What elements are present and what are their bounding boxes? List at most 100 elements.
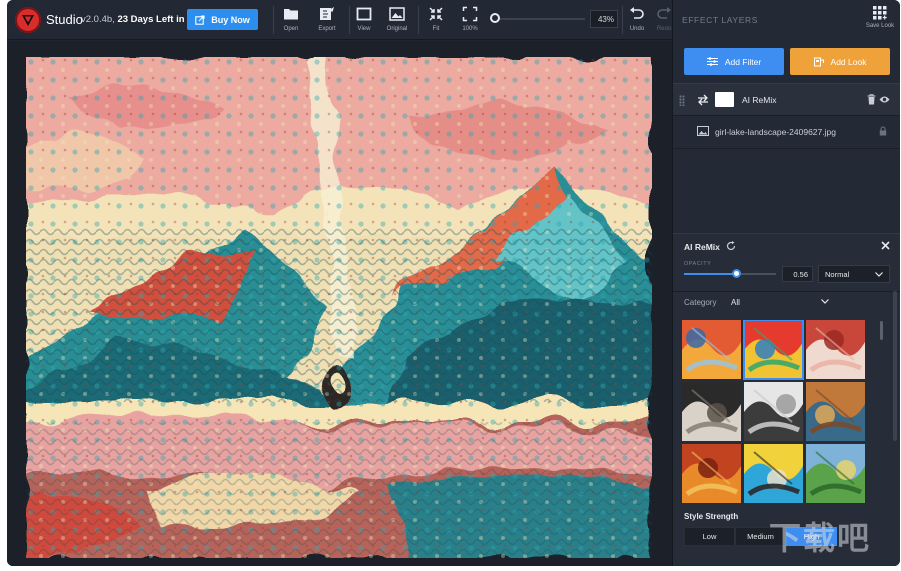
remix-title: AI ReMix [684,242,720,252]
actual-size-icon [462,6,478,22]
layer-thumbnail [715,92,734,107]
style-thumbnail[interactable] [806,382,865,441]
category-value: All [731,297,740,307]
layer-ai-remix[interactable]: AI ReMix [673,83,900,116]
sliders-icon [706,57,718,66]
category-select[interactable]: All [729,294,834,310]
swap-arrows-icon[interactable] [697,94,709,106]
app-window: Studio v2.0.4b, 23 Days Left in Trial Bu… [7,0,900,566]
top-toolbar: Studio v2.0.4b, 23 Days Left in Trial Bu… [7,0,672,40]
export-button[interactable]: Export [310,6,344,36]
blend-mode-value: Normal [825,269,850,279]
opacity-value-field[interactable]: 0.56 [782,266,813,282]
sunset-painting-icon [682,320,741,379]
opacity-slider-knob[interactable] [731,269,741,278]
open-label: Open [283,26,299,32]
undo-icon [630,7,644,19]
save-look-button[interactable]: Save Look [864,6,896,29]
strength-medium-button[interactable]: Medium [735,527,786,546]
zoom-value-field[interactable]: 43% [590,10,618,28]
opacity-slider-fill [684,273,736,275]
source-file-name: girl-lake-landscape-2409627.jpg [715,127,836,137]
export-label: Export [318,26,336,32]
strength-low-button[interactable]: Low [684,527,735,546]
drag-handle-icon[interactable] [679,95,685,106]
van-gogh-portrait-icon [806,382,865,441]
view-icon [356,7,372,21]
fit-button[interactable]: Fit [419,6,453,36]
image-icon [389,7,405,21]
panel-scrollbar-thumb[interactable] [893,291,897,441]
zoom-slider[interactable] [490,13,585,23]
save-look-label: Save Look [865,23,895,29]
panel-scrollbar[interactable] [893,291,897,441]
divider [673,291,900,292]
style-thumbnail[interactable] [682,320,741,379]
artwork-canvas[interactable] [26,57,652,558]
style-thumbnail[interactable] [743,320,804,380]
red-swirl-icon [806,320,865,379]
refresh-icon[interactable] [726,241,736,251]
eye-icon[interactable] [879,95,890,104]
original-button[interactable]: Original [380,6,414,36]
open-button[interactable]: Open [274,6,308,36]
view-label: View [357,26,371,32]
app-name: Studio [46,12,83,27]
view-button[interactable]: View [347,6,381,36]
ai-remix-settings: AI ReMix OPACITY 0.56 Normal Category Al… [673,233,900,566]
trash-icon[interactable] [867,94,876,105]
add-filter-button[interactable]: Add Filter [684,48,784,75]
style-strength-toggle: Low Medium High [684,527,837,546]
effect-layers-panel: EFFECT LAYERS Save Look Add Filter Add L… [672,0,900,566]
chevron-down-icon [875,272,883,277]
style-thumbnail[interactable] [682,382,741,441]
strength-high-button[interactable]: High [786,527,837,546]
app-logo-icon [15,7,41,33]
category-label: Category [684,298,717,307]
pop-art-portrait-icon [744,444,803,503]
add-look-button[interactable]: Add Look [790,48,890,75]
gallery-scrollbar[interactable] [880,321,883,340]
style-thumbnail[interactable] [682,444,741,503]
add-look-label: Add Look [830,56,867,67]
style-thumbnail[interactable] [744,382,803,441]
style-gallery [682,320,882,505]
export-icon [320,7,334,20]
redo-icon [657,7,671,19]
zoom-100-label: 100% [462,26,478,32]
undo-label: Undo [629,26,645,32]
bearded-man-sketch-icon [682,382,741,441]
look-icon [813,57,824,66]
layer-name: AI ReMix [742,95,777,105]
buy-now-label: Buy Now [211,14,250,25]
fit-label: Fit [432,26,440,32]
grid-plus-icon [873,6,887,20]
layer-source-image[interactable]: girl-lake-landscape-2409627.jpg [673,116,900,149]
redo-label: Redo [656,26,672,32]
external-link-icon [195,14,205,25]
opacity-label: OPACITY [684,261,712,267]
style-thumbnail[interactable] [806,320,865,379]
folder-icon [284,9,298,20]
green-field-landscape-icon [806,444,865,503]
fit-to-screen-icon [429,7,443,21]
style-thumbnail[interactable] [806,444,865,503]
autumn-leaves-icon [682,444,741,503]
remixed-landscape-image [26,57,652,558]
style-strength-label: Style Strength [684,512,739,521]
zoom-100-button[interactable]: 100% [453,6,487,36]
buy-now-button[interactable]: Buy Now [187,9,258,30]
canvas-area [7,41,672,566]
zoom-slider-knob[interactable] [490,13,500,23]
version-text: v2.0.4b, [81,14,118,25]
chevron-down-icon [821,299,829,304]
opacity-slider[interactable] [684,269,776,278]
close-icon[interactable] [881,241,890,250]
lock-icon [879,126,887,136]
style-thumbnail[interactable] [744,444,803,503]
blend-mode-select[interactable]: Normal [818,265,890,283]
original-label: Original [386,26,408,32]
abstract-mosaic-icon [744,320,803,379]
woman-pencil-sketch-icon [744,382,803,441]
add-filter-label: Add Filter [724,56,762,67]
